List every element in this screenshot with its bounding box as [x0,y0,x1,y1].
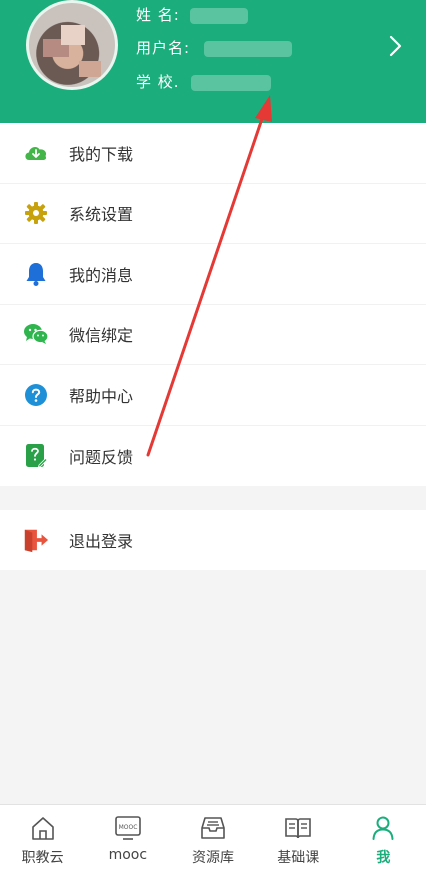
profile-header[interactable]: 姓 名: 用户名: 学 校. [0,0,426,123]
help-icon [23,382,49,408]
redacted-school [191,74,272,91]
menu-item-messages[interactable]: 我的消息 [0,244,426,305]
book-icon [283,813,313,843]
home-icon [28,813,58,843]
tab-mooc[interactable]: MOOC mooc [85,805,170,872]
menu-item-help[interactable]: 帮助中心 [0,365,426,426]
person-icon [368,813,398,843]
tab-label: 我 [376,850,391,866]
tab-basic-course[interactable]: 基础课 [256,805,341,872]
name-label: 姓 名: [136,6,180,24]
menu-item-feedback[interactable]: 问题反馈 [0,426,426,487]
archive-icon [198,813,228,843]
feedback-icon [23,443,49,469]
redacted-name [189,7,248,24]
gear-icon [23,200,49,226]
tab-me[interactable]: 我 [341,805,426,872]
profile-name-row: 姓 名: [136,4,248,25]
profile-school-row: 学 校. [136,71,272,92]
logout-label: 退出登录 [69,532,134,551]
menu-item-label: 帮助中心 [69,386,134,406]
bottom-tab-bar: 职教云 MOOC mooc 资源库 基础课 我 [0,804,426,872]
logout-icon [23,527,49,553]
tab-label: mooc [108,847,148,863]
tab-label: 职教云 [21,850,64,866]
menu-list: 我的下载 系统设置 我的消息 微信绑定 帮助中心 问题反馈 [0,123,426,486]
chevron-right-icon[interactable] [386,34,406,58]
username-label: 用户名: [136,39,191,57]
mooc-icon: MOOC [113,813,143,843]
cloud-download-icon [23,140,49,166]
wechat-icon [23,321,49,347]
avatar[interactable] [26,0,118,90]
tab-zhijiaoyun[interactable]: 职教云 [0,805,85,872]
logout-button[interactable]: 退出登录 [0,510,426,570]
svg-text:MOOC: MOOC [118,824,137,831]
menu-item-settings[interactable]: 系统设置 [0,184,426,244]
menu-item-wechat[interactable]: 微信绑定 [0,305,426,365]
menu-item-label: 我的下载 [69,144,134,164]
tab-resource-library[interactable]: 资源库 [170,805,255,872]
menu-item-downloads[interactable]: 我的下载 [0,123,426,184]
bell-icon [23,261,49,287]
redacted-username [203,40,292,57]
menu-item-label: 微信绑定 [69,326,134,346]
menu-item-label: 系统设置 [69,205,134,225]
school-label: 学 校. [136,73,180,91]
menu-item-label: 我的消息 [69,265,134,285]
profile-username-row: 用户名: [136,37,292,58]
menu-item-label: 问题反馈 [69,447,134,467]
tab-label: 基础课 [277,850,320,866]
tab-label: 资源库 [192,850,234,866]
